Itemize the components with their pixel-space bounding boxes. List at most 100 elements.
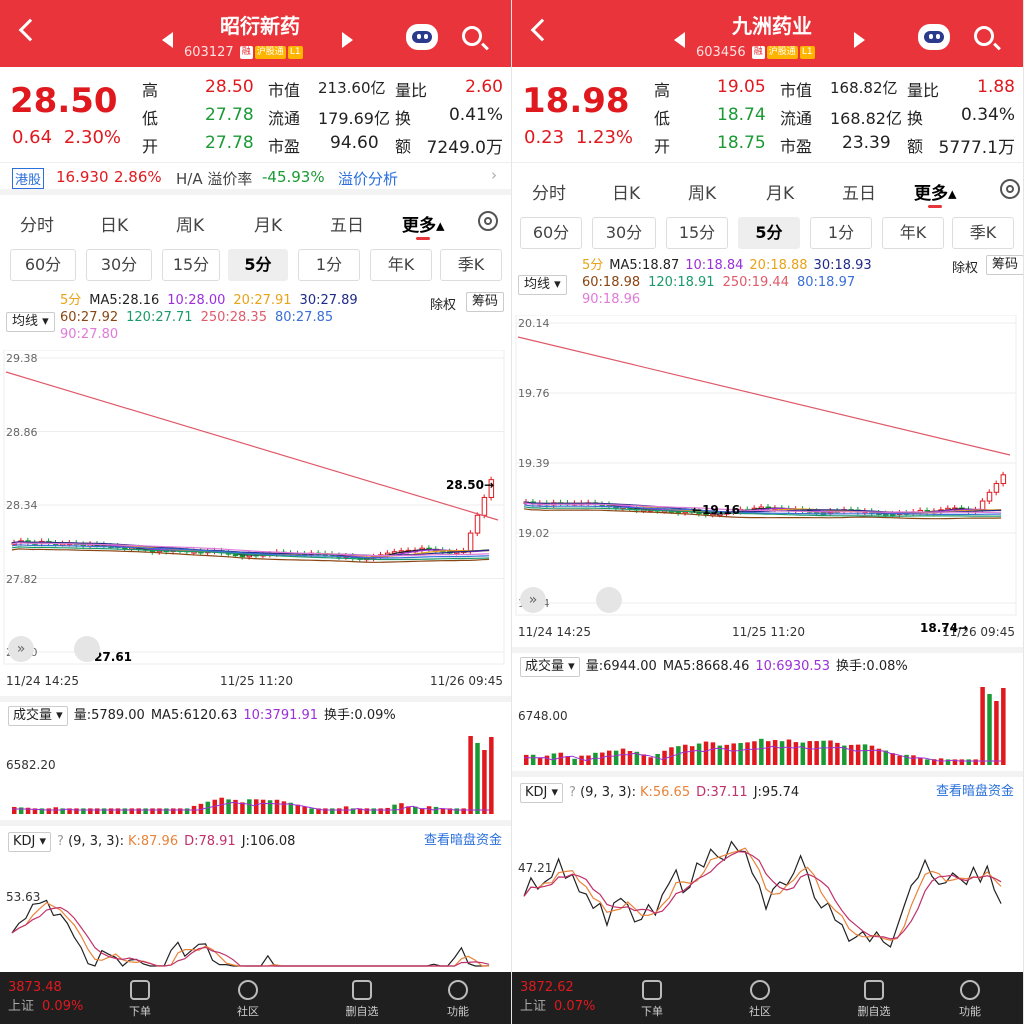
tab-weekly[interactable]: 周K <box>688 179 716 204</box>
tab-intraday[interactable]: 分时 <box>532 179 566 204</box>
index-ticker[interactable]: 3873.48 上证 0.09% <box>8 980 83 1014</box>
tab-monthly[interactable]: 月K <box>254 211 282 236</box>
kdj-j-line <box>11 899 490 967</box>
volume-bar <box>565 756 570 765</box>
candle <box>979 500 986 511</box>
volume-bar <box>46 808 52 814</box>
kline-tab-0[interactable]: 60分 <box>10 249 76 281</box>
ma-dropdown[interactable]: 均线 ▾ <box>518 275 567 295</box>
volume-bar <box>454 808 460 814</box>
kline-tab-6[interactable]: 季K <box>440 249 502 281</box>
index-name: 上证 <box>520 999 547 1014</box>
kline-tab-5[interactable]: 年K <box>882 217 944 249</box>
fullscreen-icon[interactable] <box>596 587 622 613</box>
volume-bar <box>731 743 736 765</box>
back-arrow-icon[interactable] <box>530 18 554 42</box>
price-change: 0.64 2.30% <box>12 127 121 148</box>
index-value: 3872.62 <box>520 980 574 995</box>
kline-tab-6[interactable]: 季K <box>952 217 1014 249</box>
help-icon[interactable]: ? <box>569 785 580 800</box>
fullscreen-icon[interactable] <box>74 636 100 662</box>
chip-button[interactable]: 筹码 <box>986 255 1023 275</box>
volume-bar <box>101 808 107 814</box>
remove-watchlist-button[interactable]: 删自选 <box>332 980 392 1019</box>
tab-daily[interactable]: 日K <box>100 211 128 236</box>
prev-stock-icon[interactable] <box>162 32 173 48</box>
kdj-dropdown[interactable]: KDJ ▾ <box>520 783 564 803</box>
tab-daily[interactable]: 日K <box>612 179 640 204</box>
tab-more[interactable]: 更多▴ <box>914 179 957 208</box>
remove-watchlist-button[interactable]: 删自选 <box>844 980 904 1019</box>
open-label: 开 <box>142 137 159 156</box>
tab-five-day[interactable]: 五日 <box>330 211 364 236</box>
dark-pool-link[interactable]: 查看暗盘资金 <box>424 832 502 850</box>
kline-tab-4[interactable]: 1分 <box>810 217 872 249</box>
kdj-k-line <box>11 901 490 967</box>
back-arrow-icon[interactable] <box>18 18 42 42</box>
premium-analysis-link[interactable]: 溢价分析 <box>338 168 398 189</box>
community-button[interactable]: 社区 <box>218 980 278 1019</box>
kline-tab-2[interactable]: 15分 <box>162 249 220 281</box>
tab-five-day[interactable]: 五日 <box>842 179 876 204</box>
exright-label[interactable]: 除权 <box>430 294 456 313</box>
change-value: 0.64 <box>12 127 53 148</box>
tab-weekly[interactable]: 周K <box>176 211 204 236</box>
volume-bar <box>530 754 536 765</box>
search-icon[interactable] <box>974 26 994 46</box>
tab-more-label: 更多 <box>914 184 948 204</box>
level-badge: L1 <box>287 46 303 59</box>
kdj-j: J:106.08 <box>241 834 296 849</box>
kline-tab-1[interactable]: 30分 <box>592 217 656 249</box>
community-button[interactable]: 社区 <box>730 980 790 1019</box>
ma30-value: 30:18.93 <box>813 258 872 273</box>
h-share-row[interactable]: 港股 16.930 2.86% H/A 溢价率 -45.93% 溢价分析 › <box>0 163 511 195</box>
kline-tab-3[interactable]: 5分 <box>738 217 800 249</box>
help-icon[interactable]: ? <box>57 834 68 849</box>
ma-dropdown[interactable]: 均线 ▾ <box>6 312 55 332</box>
kdj-dropdown[interactable]: KDJ ▾ <box>8 832 52 852</box>
prev-stock-icon[interactable] <box>674 32 685 48</box>
volume-bar <box>655 753 660 765</box>
kline-tab-1[interactable]: 30分 <box>86 249 152 281</box>
next-stock-icon[interactable] <box>342 32 353 48</box>
next-stock-icon[interactable] <box>854 32 865 48</box>
volume-bar <box>364 808 370 814</box>
exright-label[interactable]: 除权 <box>952 257 978 276</box>
tab-intraday[interactable]: 分时 <box>20 211 54 236</box>
collapse-icon[interactable]: » <box>8 636 34 662</box>
high-marker-value: 28.50 <box>446 478 484 492</box>
kline-tab-0[interactable]: 60分 <box>520 217 582 249</box>
gear-icon[interactable] <box>1000 179 1020 199</box>
kline-tab-4[interactable]: 1分 <box>298 249 360 281</box>
kline-tab-5[interactable]: 年K <box>370 249 432 281</box>
collapse-icon[interactable]: » <box>520 587 546 613</box>
index-ticker[interactable]: 3872.62 上证 0.07% <box>520 980 595 1014</box>
volume-bar <box>81 808 86 814</box>
volume-dropdown[interactable]: 成交量 ▾ <box>8 706 68 726</box>
tab-more[interactable]: 更多▴ <box>402 211 445 240</box>
gear-icon[interactable] <box>478 211 498 231</box>
tab-monthly[interactable]: 月K <box>766 179 794 204</box>
ma120-value: 120:18.91 <box>648 275 715 290</box>
document-icon <box>642 980 662 1000</box>
kdj-j: J:95.74 <box>753 785 800 800</box>
order-button[interactable]: 下单 <box>110 980 170 1019</box>
volume-bar <box>122 808 128 814</box>
kdj-chart <box>11 899 490 967</box>
kline-tab-3[interactable]: 5分 <box>228 249 288 281</box>
volume-bar <box>482 750 487 814</box>
kline-tab-2[interactable]: 15分 <box>666 217 728 249</box>
volume-bar <box>544 755 550 765</box>
y-tick-label: 28.34 <box>6 499 38 512</box>
order-button[interactable]: 下单 <box>622 980 682 1019</box>
remove-icon <box>864 980 884 1000</box>
search-icon[interactable] <box>462 26 482 46</box>
robot-assistant-icon[interactable] <box>406 24 438 50</box>
dark-pool-link[interactable]: 查看暗盘资金 <box>936 783 1014 801</box>
chip-button[interactable]: 筹码 <box>466 292 505 312</box>
robot-assistant-icon[interactable] <box>918 24 950 50</box>
functions-button[interactable]: 功能 <box>428 980 488 1019</box>
volume-bar <box>184 808 190 814</box>
functions-button[interactable]: 功能 <box>940 980 1000 1019</box>
volume-dropdown[interactable]: 成交量 ▾ <box>520 657 580 677</box>
